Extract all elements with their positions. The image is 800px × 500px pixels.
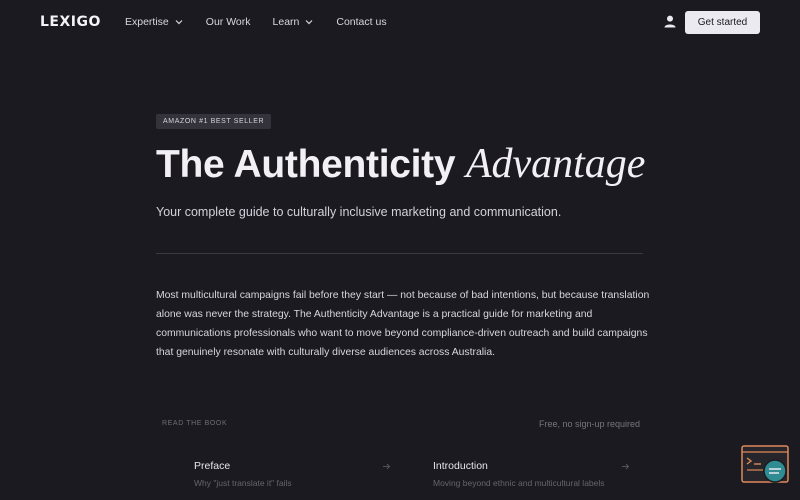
chapter-title: Preface: [194, 460, 231, 472]
title-italic: Advantage: [465, 141, 646, 187]
divider: [156, 253, 643, 254]
page-subtitle: Your complete guide to culturally inclus…: [156, 205, 562, 219]
intro-paragraph: Most multicultural campaigns fail before…: [156, 290, 650, 358]
free-note: Free, no sign-up required: [539, 419, 641, 429]
nav-item-learn[interactable]: Learn: [273, 16, 315, 28]
arrow-right-icon: [622, 463, 630, 470]
chapter-card-introduction[interactable]: Introduction Moving beyond ethnic and mu…: [433, 460, 633, 488]
nav-label: Learn: [272, 16, 300, 28]
main-nav: Expertise Our Work Learn Contact us: [125, 16, 409, 28]
chapter-subtitle: Moving beyond ethnic and multicultural l…: [433, 478, 605, 488]
chevron-down-icon: [305, 20, 313, 25]
nav-item-our-work[interactable]: Our Work: [206, 16, 251, 28]
logo[interactable]: LEXIGO: [40, 14, 101, 30]
nav-label: Contact us: [336, 16, 387, 28]
nav-item-contact[interactable]: Contact us: [336, 16, 386, 28]
arrow-right-icon: [383, 463, 391, 470]
nav-label: Our Work: [205, 16, 251, 28]
read-the-book-label: READ THE BOOK: [162, 420, 228, 427]
chapter-card-preface[interactable]: Preface Why "just translate it" fails: [194, 460, 394, 488]
title-main: The Authenticity: [156, 143, 456, 186]
chevron-down-icon: [175, 20, 183, 25]
get-started-button[interactable]: Get started: [685, 11, 760, 34]
chapter-subtitle: Why "just translate it" fails: [194, 478, 292, 488]
bestseller-badge: AMAZON #1 BEST SELLER: [156, 114, 272, 129]
user-icon[interactable]: [664, 15, 676, 28]
nav-item-expertise[interactable]: Expertise: [125, 16, 184, 28]
site-header: LEXIGO Expertise Our Work Learn Contact …: [0, 0, 800, 44]
nav-label: Expertise: [125, 16, 169, 28]
chapter-title: Introduction: [433, 460, 488, 472]
chat-widget-icon[interactable]: [741, 445, 789, 485]
page-title: The Authenticity Advantage: [156, 140, 645, 188]
